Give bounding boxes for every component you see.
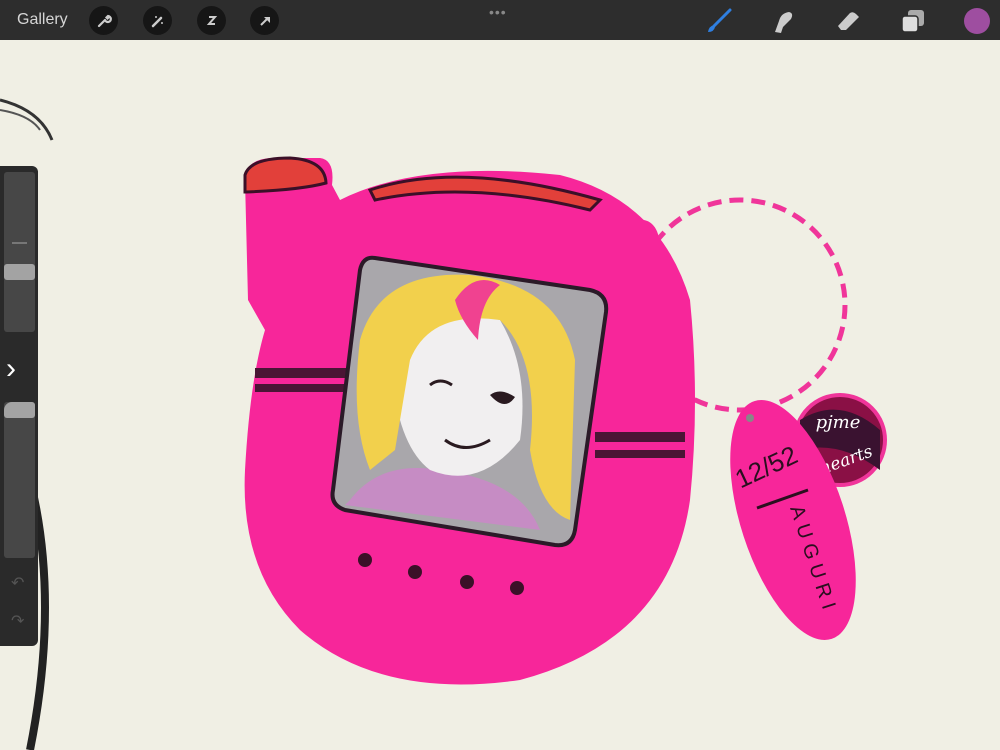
brush-tool[interactable]	[704, 6, 734, 36]
wrench-icon	[97, 14, 112, 27]
actions-button[interactable]	[89, 6, 118, 35]
color-picker[interactable]	[964, 8, 990, 34]
brush-size-thumb[interactable]	[4, 264, 35, 280]
redo-icon[interactable]: ↷	[11, 611, 24, 631]
layers-icon	[901, 10, 924, 33]
smudge-icon	[775, 12, 793, 33]
brush-size-slider[interactable]	[4, 172, 35, 332]
undo-icon[interactable]: ↶	[11, 573, 24, 593]
magic-wand-icon	[151, 15, 163, 27]
opacity-slider[interactable]	[4, 402, 35, 558]
transform-button[interactable]	[250, 6, 279, 35]
smudge-tool[interactable]	[768, 6, 798, 36]
modify-button[interactable]: ›	[6, 354, 16, 384]
gallery-button[interactable]: Gallery	[17, 11, 68, 29]
opacity-thumb[interactable]	[4, 402, 35, 418]
selection-icon	[206, 15, 217, 25]
drawing-canvas[interactable]: pjme hearts 12/52 AUGURI	[0, 40, 1000, 750]
brush-icon	[708, 8, 732, 32]
top-toolbar: Gallery •••	[0, 0, 1000, 40]
adjustments-button[interactable]	[143, 6, 172, 35]
eraser-icon	[838, 12, 859, 30]
layers-tool[interactable]	[898, 6, 928, 36]
eraser-tool[interactable]	[833, 6, 863, 36]
slider-tick	[12, 242, 27, 244]
transform-arrow-icon	[259, 16, 270, 26]
badge-text-top: pjme	[816, 412, 861, 433]
selection-button[interactable]	[197, 6, 226, 35]
more-dots-icon[interactable]: •••	[489, 4, 507, 20]
side-toolbar: › ↶ ↷	[0, 166, 38, 646]
